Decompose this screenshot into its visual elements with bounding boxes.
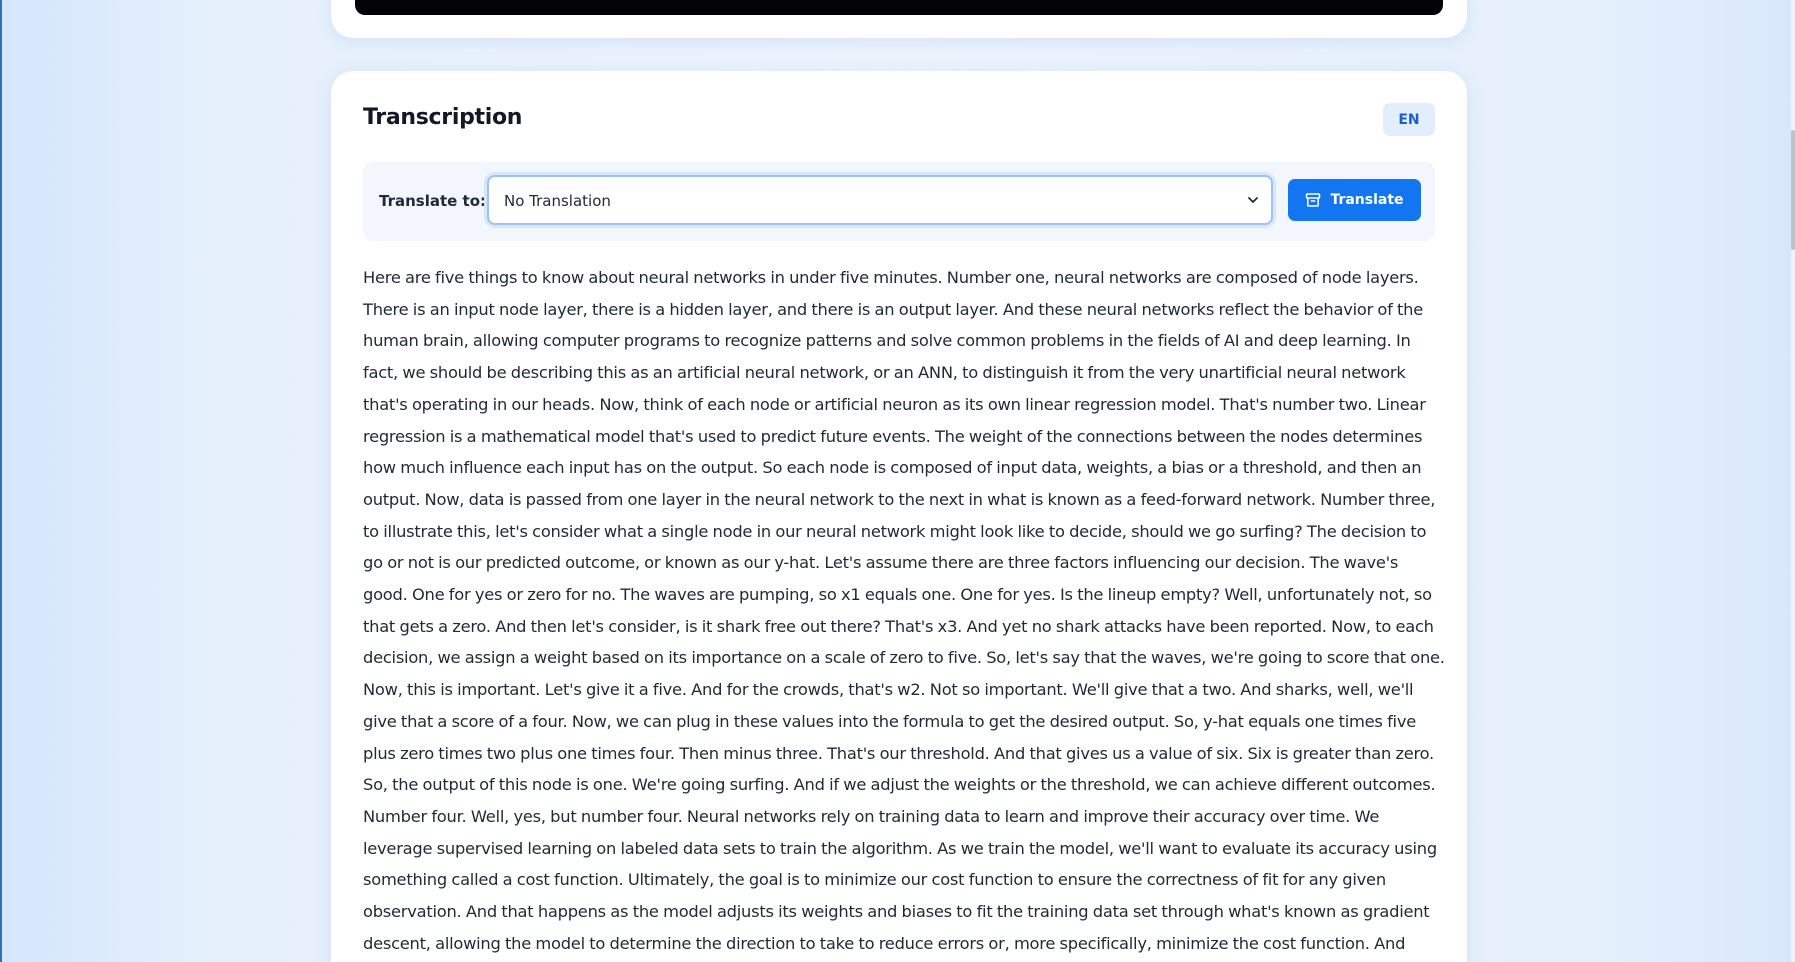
transcript-text: Here are five things to know about neura… bbox=[363, 268, 1445, 953]
window-left-edge bbox=[0, 0, 2, 962]
chevron-down-icon bbox=[1248, 197, 1258, 203]
scrollbar-thumb[interactable] bbox=[1791, 130, 1795, 250]
language-badge: EN bbox=[1383, 103, 1435, 136]
translate-label: Translate to: bbox=[379, 192, 487, 210]
transcription-title: Transcription bbox=[363, 105, 523, 130]
translate-button-label: Translate bbox=[1330, 192, 1404, 208]
translate-button[interactable]: Translate bbox=[1288, 179, 1421, 221]
translate-toolbar: Translate to: No Translation Translate bbox=[363, 162, 1435, 241]
video-player[interactable] bbox=[355, 0, 1443, 15]
translate-language-select[interactable]: No Translation bbox=[487, 175, 1273, 225]
archive-box-icon bbox=[1306, 193, 1321, 207]
select-value: No Translation bbox=[504, 192, 611, 210]
transcription-card: Transcription EN Translate to: No Transl… bbox=[331, 71, 1467, 962]
